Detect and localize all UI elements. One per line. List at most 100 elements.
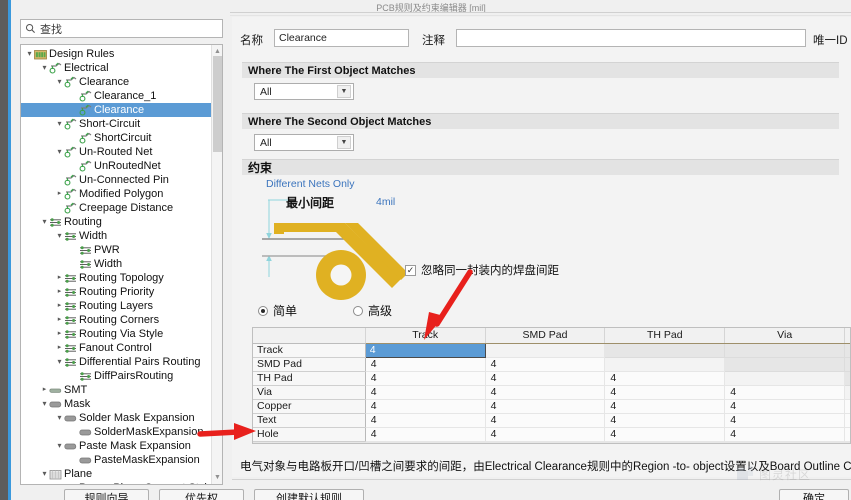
matrix-cell[interactable]: 4 [365, 385, 486, 400]
scroll-down-icon[interactable]: ▼ [214, 474, 221, 481]
matrix-row-header[interactable]: Hole [253, 427, 366, 442]
tree-item-un-routed-net[interactable]: ▾ Un-Routed Net [21, 145, 211, 159]
matrix-cell[interactable] [604, 343, 726, 358]
chevron-right-icon[interactable]: ▸ [55, 341, 64, 355]
chevron-right-icon[interactable]: ▸ [40, 383, 49, 397]
search-input[interactable]: 查找 [20, 19, 223, 38]
matrix-cell[interactable] [724, 371, 846, 386]
chevron-down-icon[interactable]: ▾ [40, 215, 49, 229]
radio-advanced[interactable]: 高级 [353, 302, 392, 319]
tree-item-power-plane-connect-style[interactable]: ▾ Power Plane Connect Style [21, 481, 213, 484]
matrix-cell-selected[interactable]: 4 [364, 342, 486, 358]
tree-item-routing-layers[interactable]: ▸ Routing Layers [21, 299, 211, 313]
chevron-down-icon[interactable]: ▾ [55, 75, 64, 89]
tree-item-mask[interactable]: ▾ Mask [21, 397, 211, 411]
footer-button-0[interactable]: 规则向导 [64, 489, 149, 500]
matrix-cell[interactable]: 4 [724, 399, 846, 414]
chevron-down-icon[interactable]: ▾ [40, 61, 49, 75]
matrix-cell[interactable]: 4 [844, 399, 850, 414]
matrix-cell[interactable]: 4 [485, 385, 606, 400]
tree-item-routing-priority[interactable]: ▸ Routing Priority [21, 285, 211, 299]
matrix-cell[interactable] [844, 357, 850, 372]
radio-simple-indicator[interactable] [258, 305, 268, 316]
tree-item-design-rules[interactable]: ▾ Design Rules [21, 47, 211, 61]
matrix-cell[interactable]: 4 [604, 385, 726, 400]
tree-item-modified-polygon[interactable]: ▸ Modified Polygon [21, 187, 211, 201]
matrix-cell[interactable] [724, 343, 846, 358]
tree-scrollbar-thumb[interactable] [213, 56, 222, 152]
matrix-cell[interactable]: 4 [485, 357, 606, 372]
tree-item-electrical[interactable]: ▾ Electrical [21, 61, 211, 75]
design-rules-tree[interactable]: ▾Design Rules▾Electrical▾Clearance▸Clear… [20, 44, 223, 485]
matrix-cell[interactable]: 4 [724, 413, 846, 428]
tree-item-width[interactable]: ▸Width [21, 257, 211, 271]
footer-ok-button[interactable]: 确定 [779, 489, 849, 500]
chevron-down-icon[interactable]: ▾ [40, 467, 49, 481]
matrix-row-header[interactable]: TH Pad [253, 371, 366, 386]
tree-item-routing-topology[interactable]: ▸ Routing Topology [21, 271, 211, 285]
chevron-down-icon-2[interactable]: ▼ [337, 136, 351, 149]
tree-item-clearance-1[interactable]: ▸Clearance_1 [21, 89, 211, 103]
matrix-col-header[interactable]: TH Pad [604, 328, 725, 344]
tree-item-clearance[interactable]: ▾ Clearance [21, 75, 211, 89]
matrix-col-header[interactable]: Copper [844, 328, 850, 344]
chevron-down-icon[interactable]: ▾ [55, 411, 64, 425]
matrix-cell[interactable]: 4 [485, 427, 606, 442]
matrix-cell[interactable]: 4 [365, 399, 486, 414]
chevron-right-icon[interactable]: ▸ [55, 285, 64, 299]
tree-item-clearance[interactable]: ▸Clearance [21, 103, 211, 117]
chevron-right-icon[interactable]: ▸ [55, 271, 64, 285]
matrix-cell[interactable]: 4 [604, 413, 726, 428]
tree-item-paste-mask-expansion[interactable]: ▾ Paste Mask Expansion [21, 439, 211, 453]
tree-item-differential-pairs-routing[interactable]: ▾ Differential Pairs Routing [21, 355, 211, 369]
first-object-scope-select[interactable]: All ▼ [254, 83, 354, 100]
matrix-row-header[interactable]: Track [253, 343, 366, 358]
tree-scrollbar[interactable]: ▲ ▼ [211, 45, 222, 484]
matrix-cell[interactable]: 4 [365, 371, 486, 386]
tree-item-creepage-distance[interactable]: ▸Creepage Distance [21, 201, 211, 215]
matrix-cell[interactable]: 4 [844, 413, 850, 428]
matrix-row-header[interactable]: Via [253, 385, 366, 400]
tree-item-routing[interactable]: ▾ Routing [21, 215, 211, 229]
tree-item-unroutednet[interactable]: ▸UnRoutedNet [21, 159, 211, 173]
matrix-cell[interactable] [724, 357, 846, 372]
chevron-down-icon[interactable]: ▾ [55, 229, 64, 243]
matrix-cell[interactable]: 4 [485, 371, 606, 386]
chevron-down-icon[interactable]: ▾ [55, 117, 64, 131]
tree-item-pwr[interactable]: ▸PWR [21, 243, 211, 257]
rule-comment-field[interactable] [456, 29, 806, 47]
tree-item-un-connected-pin[interactable]: ▸Un-Connected Pin [21, 173, 211, 187]
matrix-col-header[interactable]: SMD Pad [484, 328, 605, 344]
chevron-down-icon[interactable]: ▾ [55, 481, 64, 484]
matrix-cell[interactable]: 4 [604, 399, 726, 414]
chevron-down-icon[interactable]: ▾ [55, 145, 64, 159]
chevron-down-icon[interactable]: ▼ [337, 85, 351, 98]
matrix-cell[interactable] [604, 357, 726, 372]
tree-item-shortcircuit[interactable]: ▸ShortCircuit [21, 131, 211, 145]
tree-item-plane[interactable]: ▾ Plane [21, 467, 211, 481]
tree-item-diffpairsrouting[interactable]: ▸DiffPairsRouting [21, 369, 211, 383]
footer-button-1[interactable]: 优先权 [159, 489, 244, 500]
tree-item-solder-mask-expansion[interactable]: ▾ Solder Mask Expansion [21, 411, 211, 425]
matrix-cell[interactable]: 4 [604, 427, 726, 442]
radio-advanced-indicator[interactable] [353, 305, 364, 316]
tree-item-smt[interactable]: ▸ SMT [21, 383, 211, 397]
chevron-right-icon[interactable]: ▸ [55, 327, 64, 341]
tree-item-soldermaskexpansion[interactable]: ▸SolderMaskExpansion [21, 425, 211, 439]
clearance-matrix[interactable]: TrackSMD PadTH PadViaCopper Track4SMD Pa… [252, 327, 851, 444]
matrix-cell[interactable]: 4 [365, 413, 486, 428]
radio-simple[interactable]: 简单 [258, 302, 297, 319]
matrix-cell[interactable] [485, 343, 606, 358]
checkbox-indicator[interactable]: ✓ [405, 264, 416, 276]
chevron-right-icon[interactable]: ▸ [55, 313, 64, 327]
footer-button-2[interactable]: 创建默认规则 [254, 489, 364, 500]
tree-item-fanout-control[interactable]: ▸ Fanout Control [21, 341, 211, 355]
tree-item-width[interactable]: ▾ Width [21, 229, 211, 243]
chevron-down-icon[interactable]: ▾ [55, 355, 64, 369]
matrix-cell[interactable] [844, 385, 850, 400]
tree-item-pastemaskexpansion[interactable]: ▸PasteMaskExpansion [21, 453, 211, 467]
matrix-cell[interactable]: 4 [365, 357, 486, 372]
chevron-down-icon[interactable]: ▾ [55, 439, 64, 453]
matrix-cell[interactable]: 4 [365, 427, 486, 442]
matrix-cell[interactable]: 4 [485, 399, 606, 414]
